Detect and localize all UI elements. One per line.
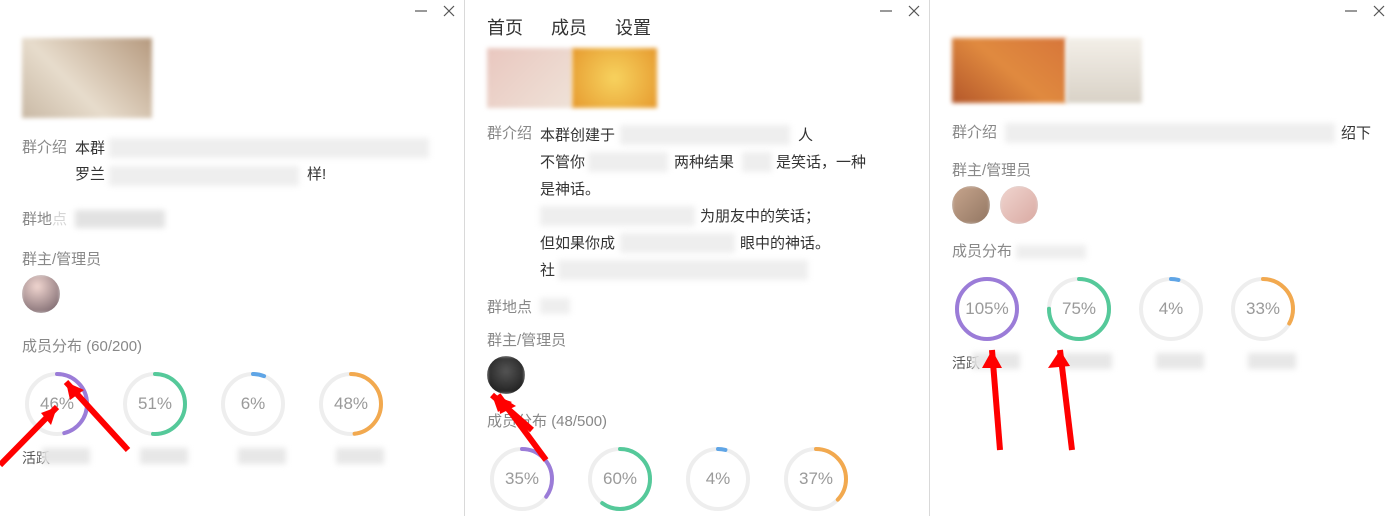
distribution-count: (60/200) (86, 338, 142, 355)
progress-ring: 6% (219, 370, 287, 438)
stat-percent: 51% (121, 370, 189, 438)
minimize-button[interactable] (1344, 4, 1358, 18)
stat-ring: 48% (316, 370, 386, 466)
stat-percent: 105% (953, 275, 1021, 343)
stat-ring: 105% 活跃 (952, 275, 1022, 371)
progress-ring: 60% (586, 445, 654, 513)
group-location-row: 群地点 (487, 296, 907, 317)
group-location-text (75, 208, 442, 230)
admins-list (487, 356, 907, 394)
stat-caption: 活跃 (22, 448, 92, 466)
progress-ring: 37% (782, 445, 850, 513)
stat-ring: 37% (781, 445, 851, 516)
location-label: 群地点 (487, 296, 532, 317)
stat-percent: 4% (684, 445, 752, 513)
stat-caption: 活跃 (952, 353, 1022, 371)
stat-ring: 46% 活跃 (22, 370, 92, 466)
minimize-button[interactable] (879, 4, 893, 18)
group-intro-text: 本群创建于 人 不管你 两种结果 是笑话，一种 是神话。 为朋友中的笑话； 但如… (540, 122, 907, 282)
stat-ring: 51% (120, 370, 190, 466)
stat-ring: 33% (1228, 275, 1298, 371)
progress-ring: 105% (953, 275, 1021, 343)
group-banner (952, 38, 1142, 103)
stat-percent: 35% (488, 445, 556, 513)
distribution-count: (48/500) (551, 413, 607, 430)
stat-rings: 46% 活跃 51% 6% 48% (22, 370, 442, 466)
avatar[interactable] (952, 186, 990, 224)
avatar[interactable] (487, 356, 525, 394)
group-intro-row: 群介绍 本群创建于 人 不管你 两种结果 是笑话，一种 是神话。 为朋友中的笑话… (487, 122, 907, 282)
group-info-panel-3: 群介绍 绍下 群主/管理员 成员分布 105% 活跃 75% 4% 33% (930, 0, 1394, 516)
stat-percent: 4% (1137, 275, 1205, 343)
admins-label: 群主/管理员 (952, 159, 1364, 180)
group-info-panel-2: 首页 成员 设置 群介绍 本群创建于 人 不管你 两种结果 是笑话，一种 是神话… (465, 0, 930, 516)
distribution-count-blurred (1016, 245, 1086, 259)
stat-percent: 60% (586, 445, 654, 513)
stat-caption (1136, 353, 1206, 371)
close-button[interactable] (1372, 4, 1386, 18)
minimize-button[interactable] (414, 4, 428, 18)
stat-caption (120, 448, 190, 466)
stat-percent: 6% (219, 370, 287, 438)
stat-percent: 33% (1229, 275, 1297, 343)
admins-list (952, 186, 1372, 224)
stat-rings: 35%活 60% 4% 37% (487, 445, 907, 516)
stat-caption (218, 448, 288, 466)
stat-percent: 37% (782, 445, 850, 513)
admins-label: 群主/管理员 (487, 329, 899, 350)
distribution-label: 成员分布 (952, 240, 1372, 261)
progress-ring: 48% (317, 370, 385, 438)
group-location-row: 群地点 (22, 208, 442, 230)
tab-settings[interactable]: 设置 (615, 14, 651, 40)
stat-percent: 75% (1045, 275, 1113, 343)
group-info-panel-1: 群介绍 本群 罗兰 样! 群地点 群主/管理员 成员分布 (60 (0, 0, 465, 516)
avatar[interactable] (1000, 186, 1038, 224)
intro-label: 群介绍 (22, 136, 67, 157)
progress-ring: 4% (684, 445, 752, 513)
progress-ring: 35% (488, 445, 556, 513)
avatar[interactable] (22, 275, 60, 313)
group-intro-row: 群介绍 本群 罗兰 样! (22, 136, 442, 190)
progress-ring: 75% (1045, 275, 1113, 343)
admins-list (22, 275, 442, 313)
stat-caption (316, 448, 386, 466)
progress-ring: 4% (1137, 275, 1205, 343)
stat-ring: 4% (683, 445, 753, 516)
panel-tabs: 首页 成员 设置 (487, 14, 907, 40)
group-intro-text: 本群 罗兰 样! (75, 136, 442, 190)
stat-ring: 75% (1044, 275, 1114, 371)
admins-label: 群主/管理员 (22, 248, 434, 269)
progress-ring: 33% (1229, 275, 1297, 343)
tab-members[interactable]: 成员 (551, 14, 587, 40)
intro-label: 群介绍 (952, 121, 997, 142)
stat-caption (1044, 353, 1114, 371)
progress-ring: 51% (121, 370, 189, 438)
distribution-label: 成员分布 (60/200) (22, 335, 442, 356)
group-intro-row: 群介绍 绍下 (952, 121, 1372, 145)
intro-label: 群介绍 (487, 122, 532, 143)
stat-ring: 35%活 (487, 445, 557, 516)
stat-percent: 48% (317, 370, 385, 438)
window-controls (414, 4, 456, 18)
group-location-text (540, 296, 907, 316)
stat-ring: 6% (218, 370, 288, 466)
stat-ring: 60% (585, 445, 655, 516)
stat-caption (1228, 353, 1298, 371)
location-label: 群地点 (22, 208, 67, 229)
progress-ring: 46% (23, 370, 91, 438)
tab-home[interactable]: 首页 (487, 14, 523, 40)
close-button[interactable] (907, 4, 921, 18)
group-banner (22, 38, 152, 118)
window-controls (1344, 4, 1386, 18)
stat-ring: 4% (1136, 275, 1206, 371)
window-controls (879, 4, 921, 18)
stat-percent: 46% (23, 370, 91, 438)
close-button[interactable] (442, 4, 456, 18)
distribution-label: 成员分布 (48/500) (487, 410, 907, 431)
stat-rings: 105% 活跃 75% 4% 33% (952, 275, 1372, 371)
group-intro-text: 绍下 (1005, 121, 1372, 145)
group-banner (487, 48, 657, 108)
